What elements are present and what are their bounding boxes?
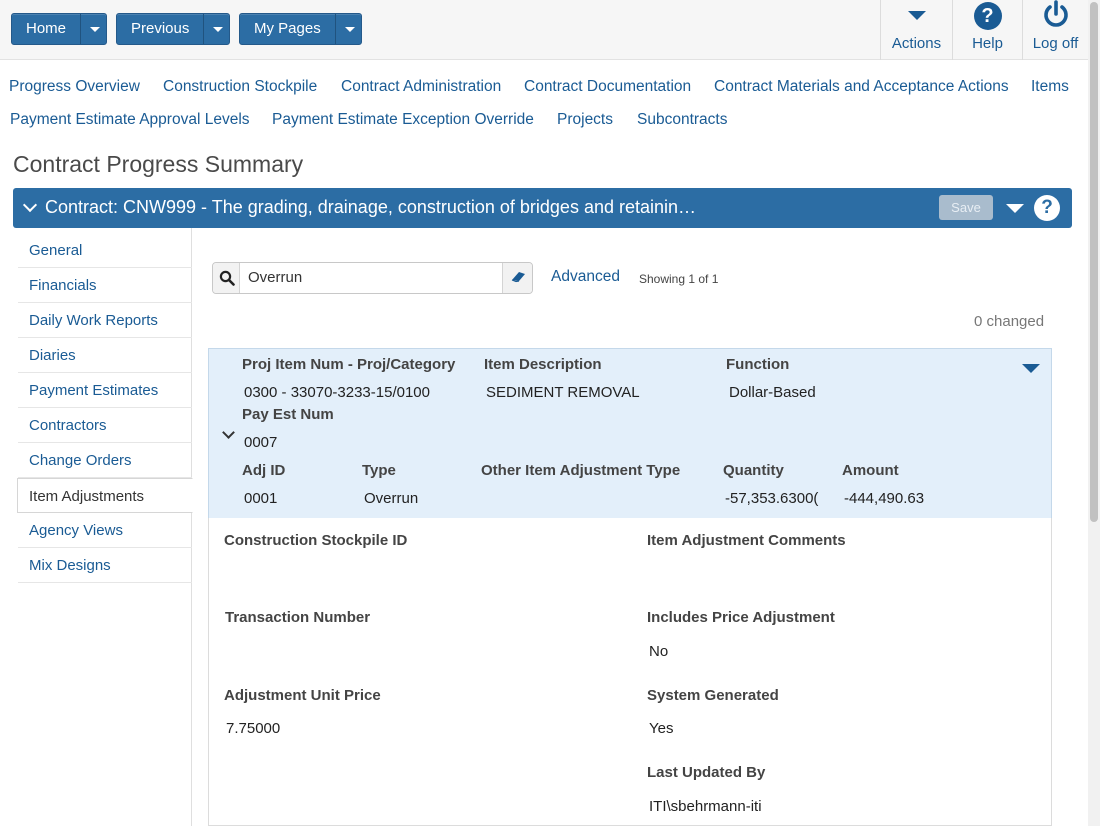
function-label: Function <box>726 356 790 373</box>
type-value: Overrun <box>364 490 419 507</box>
vertical-scrollbar[interactable] <box>1088 0 1100 826</box>
previous-button[interactable]: Previous <box>117 14 203 44</box>
power-icon <box>1044 0 1068 27</box>
item-description-label: Item Description <box>484 356 602 373</box>
scrollbar-thumb[interactable] <box>1090 2 1098 522</box>
search-box[interactable]: Overrun <box>212 262 533 294</box>
clear-search-button[interactable] <box>502 263 532 293</box>
sidebar-item-change-orders[interactable]: Change Orders <box>18 443 192 478</box>
sidebar-item-financials[interactable]: Financials <box>18 268 192 303</box>
transaction-number-label: Transaction Number <box>225 609 371 626</box>
search-button[interactable] <box>213 263 240 293</box>
function-value: Dollar-Based <box>729 384 816 401</box>
save-button[interactable]: Save <box>939 195 993 220</box>
system-generated-label: System Generated <box>647 687 779 704</box>
question-circle-icon: ? <box>973 2 1002 30</box>
link-construction-stockpile[interactable]: Construction Stockpile <box>163 78 317 96</box>
link-projects[interactable]: Projects <box>557 111 613 129</box>
link-subcontracts[interactable]: Subcontracts <box>637 111 727 129</box>
item-description-value: SEDIMENT REMOVAL <box>486 384 640 401</box>
adjustment-unit-price-value: 7.75000 <box>226 720 281 737</box>
collapse-chevron-icon[interactable] <box>222 426 235 439</box>
home-button-group[interactable]: Home <box>11 13 108 45</box>
record-count: Showing 1 of 1 <box>639 272 719 286</box>
top-actions: Actions ? Help Log off <box>880 0 1088 60</box>
system-generated-value: Yes <box>649 720 674 737</box>
link-contract-documentation[interactable]: Contract Documentation <box>524 78 691 96</box>
link-contract-administration[interactable]: Contract Administration <box>341 78 501 96</box>
last-updated-by-value: ITI\sbehrmann-iti <box>649 798 762 815</box>
proj-item-label: Proj Item Num - Proj/Category <box>242 356 456 373</box>
link-items[interactable]: Items <box>1031 78 1069 96</box>
home-button[interactable]: Home <box>12 14 80 44</box>
caret-down-icon <box>907 11 926 20</box>
mypages-button-group[interactable]: My Pages <box>239 13 362 45</box>
contract-header[interactable]: Contract: CNW999 - The grading, drainage… <box>13 188 1072 228</box>
actions-button[interactable]: Actions <box>880 0 952 60</box>
record-row[interactable]: Proj Item Num - Proj/Category 0300 - 330… <box>208 348 1052 518</box>
actions-label: Actions <box>891 35 942 52</box>
search-input[interactable]: Overrun <box>248 269 302 286</box>
sidebar-item-general[interactable]: General <box>18 233 192 268</box>
chevron-down-icon[interactable] <box>22 197 38 213</box>
pay-est-num-label: Pay Est Num <box>242 406 334 423</box>
quantity-label: Quantity <box>723 462 784 479</box>
quantity-value: -57,353.6300( <box>725 490 819 507</box>
page-title: Contract Progress Summary <box>13 151 304 177</box>
item-adjustment-comments-label: Item Adjustment Comments <box>647 532 846 549</box>
help-label: Help <box>972 35 1003 52</box>
adj-id-value: 0001 <box>244 490 278 507</box>
search-icon <box>219 270 235 286</box>
link-payment-estimate-approval-levels[interactable]: Payment Estimate Approval Levels <box>10 111 250 129</box>
adjustment-unit-price-label: Adjustment Unit Price <box>224 687 381 704</box>
eraser-icon <box>511 272 525 283</box>
amount-label: Amount <box>842 462 899 479</box>
caret-down-icon[interactable] <box>1006 204 1024 213</box>
pay-est-num-value: 0007 <box>244 434 278 451</box>
other-adjustment-type-label: Other Item Adjustment Type <box>481 462 681 479</box>
proj-item-value: 0300 - 33070-3233-15/0100 <box>244 384 430 401</box>
contract-title: Contract: CNW999 - The grading, drainage… <box>45 197 697 217</box>
sidebar-item-item-adjustments[interactable]: Item Adjustments <box>17 478 193 513</box>
sidebar-item-contractors[interactable]: Contractors <box>18 408 192 443</box>
row-menu-caret-icon[interactable] <box>1022 364 1040 373</box>
includes-price-adjustment-label: Includes Price Adjustment <box>647 609 835 626</box>
sidebar-item-diaries[interactable]: Diaries <box>18 338 192 373</box>
help-button[interactable]: ? Help <box>952 0 1022 60</box>
mypages-dropdown-icon[interactable] <box>334 14 361 44</box>
adj-id-label: Adj ID <box>242 462 286 479</box>
logoff-button[interactable]: Log off <box>1022 0 1088 60</box>
link-contract-materials[interactable]: Contract Materials and Acceptance Action… <box>714 78 1009 96</box>
sidebar-item-payment-estimates[interactable]: Payment Estimates <box>18 373 192 408</box>
sidebar: General Financials Daily Work Reports Di… <box>0 228 193 826</box>
advanced-search-link[interactable]: Advanced <box>551 268 620 286</box>
includes-price-adjustment-value: No <box>649 643 669 660</box>
sidebar-item-daily-work-reports[interactable]: Daily Work Reports <box>18 303 192 338</box>
amount-value: -444,490.63 <box>844 490 925 507</box>
previous-dropdown-icon[interactable] <box>203 14 229 44</box>
link-payment-estimate-exception-override[interactable]: Payment Estimate Exception Override <box>272 111 534 129</box>
previous-button-group[interactable]: Previous <box>116 13 231 45</box>
stockpile-id-label: Construction Stockpile ID <box>224 532 408 549</box>
last-updated-by-label: Last Updated By <box>647 764 766 781</box>
sidebar-item-mix-designs[interactable]: Mix Designs <box>18 548 192 583</box>
changed-count: 0 changed <box>974 313 1045 330</box>
logoff-label: Log off <box>1032 35 1079 52</box>
link-progress-overview[interactable]: Progress Overview <box>9 78 140 96</box>
help-icon[interactable]: ? <box>1034 195 1060 221</box>
top-toolbar: Home Previous My Pages Actions ? Help Lo… <box>0 0 1088 60</box>
sidebar-item-agency-views[interactable]: Agency Views <box>18 513 192 548</box>
type-label: Type <box>362 462 396 479</box>
home-dropdown-icon[interactable] <box>80 14 106 44</box>
mypages-button[interactable]: My Pages <box>240 14 335 44</box>
record-details: Construction Stockpile ID Item Adjustmen… <box>208 518 1052 826</box>
